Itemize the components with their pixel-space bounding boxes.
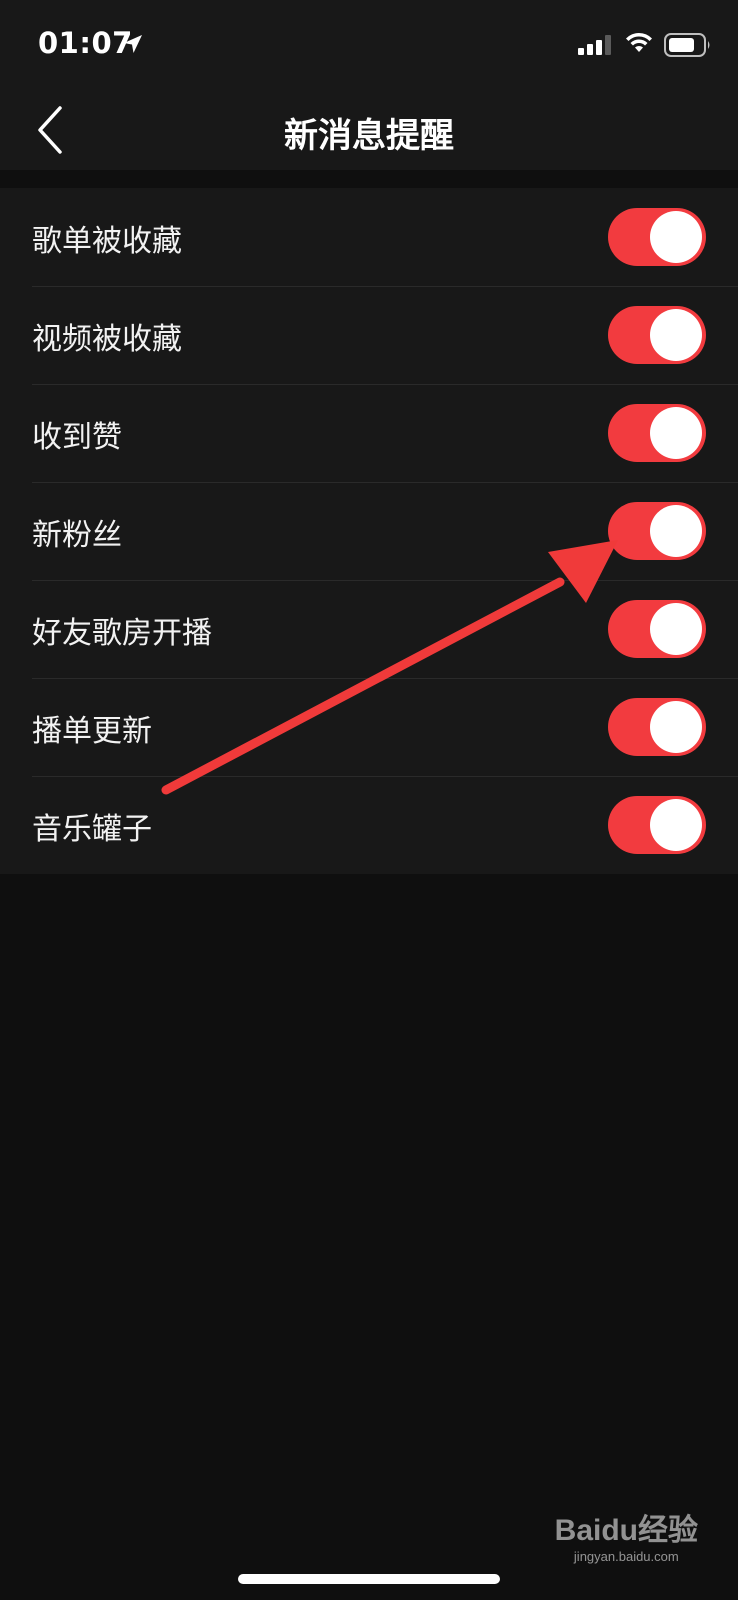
playlist-collected-toggle[interactable] bbox=[608, 208, 706, 266]
toggle-knob bbox=[650, 701, 702, 753]
setting-row-music-jar: 音乐罐子 bbox=[0, 776, 738, 874]
setting-row-friend-room-live: 好友歌房开播 bbox=[0, 580, 738, 678]
setting-label: 新粉丝 bbox=[32, 518, 122, 553]
page-title: 新消息提醒 bbox=[284, 116, 454, 156]
music-jar-toggle[interactable] bbox=[608, 796, 706, 854]
status-time: 01:07 bbox=[38, 26, 133, 60]
setting-label: 好友歌房开播 bbox=[32, 616, 212, 651]
setting-label: 收到赞 bbox=[32, 420, 122, 455]
new-followers-toggle[interactable] bbox=[608, 502, 706, 560]
location-arrow-icon bbox=[124, 35, 142, 53]
setting-label: 播单更新 bbox=[32, 714, 152, 749]
section-gap bbox=[0, 170, 738, 188]
video-collected-toggle[interactable] bbox=[608, 306, 706, 364]
likes-received-toggle[interactable] bbox=[608, 404, 706, 462]
setting-row-new-followers: 新粉丝 bbox=[0, 482, 738, 580]
watermark-url: jingyan.baidu.com bbox=[573, 1549, 679, 1564]
wifi-icon bbox=[626, 32, 652, 52]
watermark-logo: Baidu经验 bbox=[554, 1514, 698, 1547]
setting-row-video-collected: 视频被收藏 bbox=[0, 286, 738, 384]
setting-row-playlist-collected: 歌单被收藏 bbox=[0, 188, 738, 286]
navigation-bar: 新消息提醒 bbox=[0, 90, 738, 170]
setting-label: 视频被收藏 bbox=[32, 322, 182, 357]
toggle-knob bbox=[650, 407, 702, 459]
setting-label: 音乐罐子 bbox=[32, 812, 152, 847]
home-indicator[interactable] bbox=[238, 1574, 500, 1584]
podcast-update-toggle[interactable] bbox=[608, 698, 706, 756]
cellular-signal-icon bbox=[578, 35, 611, 55]
battery-icon bbox=[664, 33, 710, 57]
toggle-knob bbox=[650, 799, 702, 851]
baidu-jingyan-watermark: Baidu经验 jingyan.baidu.com bbox=[555, 1505, 698, 1564]
status-bar: 01:07 bbox=[0, 0, 738, 90]
toggle-knob bbox=[650, 309, 702, 361]
friend-room-live-toggle[interactable] bbox=[608, 600, 706, 658]
setting-row-likes-received: 收到赞 bbox=[0, 384, 738, 482]
setting-label: 歌单被收藏 bbox=[32, 224, 182, 259]
setting-row-podcast-update: 播单更新 bbox=[0, 678, 738, 776]
toggle-knob bbox=[650, 603, 702, 655]
toggle-knob bbox=[650, 211, 702, 263]
notification-settings-list: 歌单被收藏 视频被收藏 收到赞 新粉丝 好友歌房开播 播单更新 音乐罐子 bbox=[0, 188, 738, 874]
toggle-knob bbox=[650, 505, 702, 557]
